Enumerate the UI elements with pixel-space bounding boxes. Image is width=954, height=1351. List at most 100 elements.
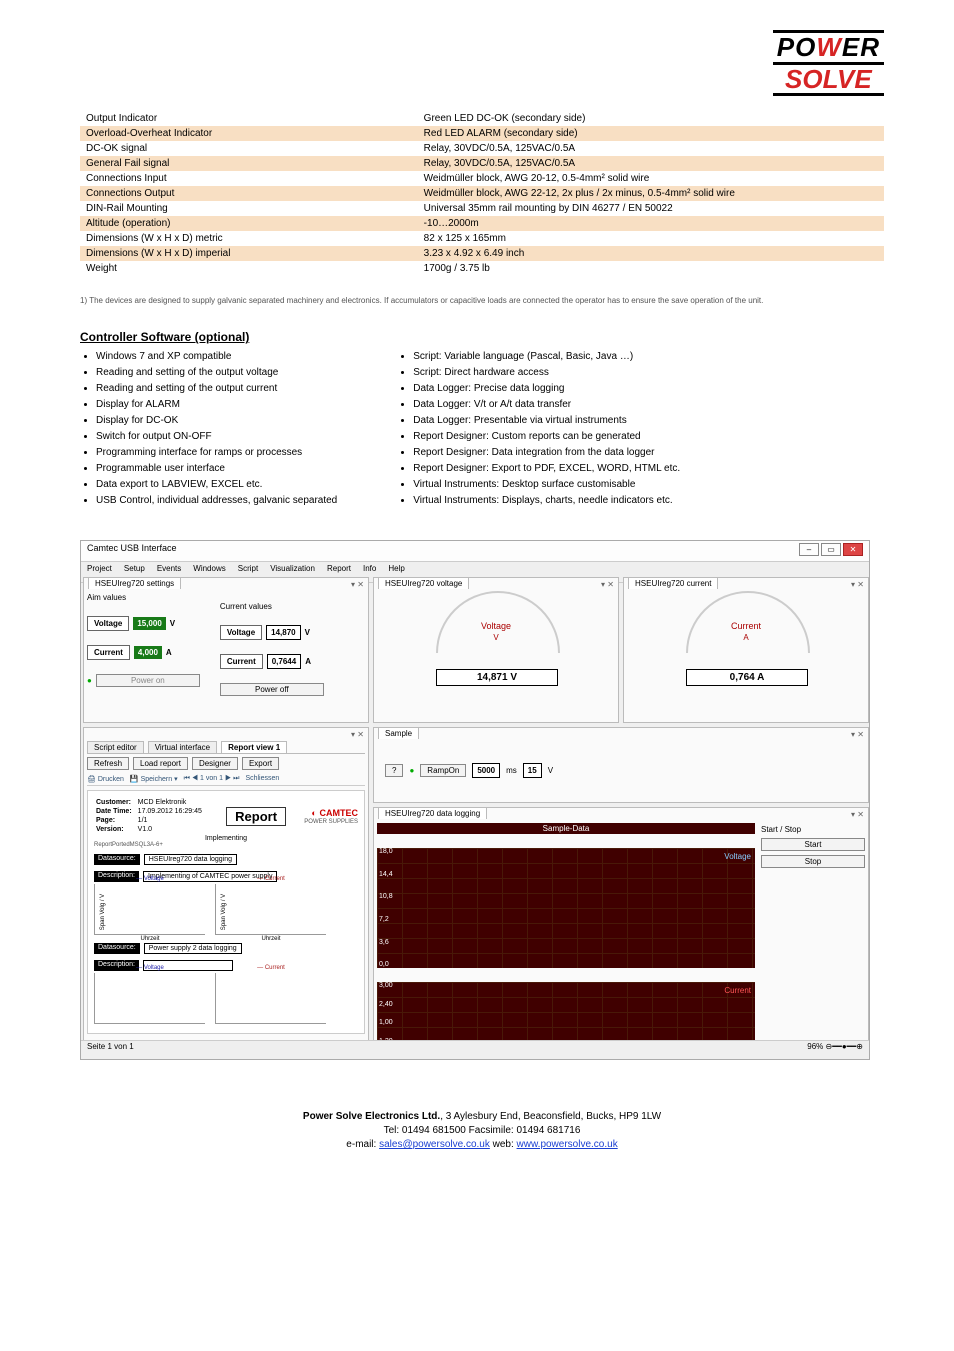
start-button[interactable]: Start (761, 838, 865, 851)
report-preview: Customer:MCD ElektronikDate Time:17.09.2… (87, 790, 365, 1034)
settings-tab[interactable]: HSEUIreg720 settings (88, 577, 181, 589)
load-report-button[interactable]: Load report (133, 757, 188, 770)
feature-item: Switch for output ON-OFF (96, 430, 337, 444)
status-zoom[interactable]: 96% ⊖━━●━━⊕ (807, 1042, 863, 1058)
feature-item: Data Logger: Precise data logging (413, 382, 680, 396)
feature-list-left: Windows 7 and XP compatible Reading and s… (80, 350, 337, 510)
tab-virtual-interface[interactable]: Virtual interface (148, 741, 217, 753)
report-panel: Script editor Virtual interface Report v… (83, 727, 369, 1041)
current-values-label: Current values (220, 602, 324, 611)
logger-voltage-chart: Voltage 18,014,410,87,23,60,0 (377, 848, 755, 968)
footer-web-link[interactable]: www.powersolve.co.uk (517, 1139, 618, 1150)
current-gauge-readout: 0,764 A (686, 669, 808, 686)
power-on-button[interactable]: Power on (96, 674, 200, 687)
save-icon[interactable]: 💾 Speichern ▾ (130, 775, 178, 783)
logo-solve: SOLVE (773, 65, 884, 97)
logo-po: PO (777, 32, 817, 62)
feature-item: Data export to LABVIEW, EXCEL etc. (96, 478, 337, 492)
current-read-label: Current (220, 654, 263, 669)
tab-report-view[interactable]: Report view 1 (221, 741, 287, 753)
logger-tab[interactable]: HSEUIreg720 data logging (378, 807, 487, 819)
close-report-button[interactable]: Schliessen (245, 775, 279, 783)
feature-item: Windows 7 and XP compatible (96, 350, 337, 364)
spec-row: DIN-Rail MountingUniversal 35mm rail mou… (80, 201, 884, 216)
close-icon[interactable]: ✕ (843, 543, 863, 556)
spec-table: Output IndicatorGreen LED DC-OK (seconda… (80, 111, 884, 276)
logger-title: Sample-Data (377, 823, 755, 834)
page-nav[interactable]: ⏮ ◀ 1 von 1 ▶ ⏭ (184, 775, 240, 783)
spec-row: Connections InputWeidmüller block, AWG 2… (80, 171, 884, 186)
voltage-setpoint[interactable]: 15,000 (133, 617, 165, 630)
voltage-gauge: Voltage V 14,871 V (436, 591, 556, 676)
spec-row: Altitude (operation)-10…2000m (80, 216, 884, 231)
panel-close-icon[interactable]: ▾ ✕ (851, 730, 864, 739)
spec-row: Weight1700g / 3.75 lb (80, 261, 884, 276)
panel-close-icon[interactable]: ▾ ✕ (851, 580, 864, 589)
feature-item: Display for DC-OK (96, 414, 337, 428)
voltage-label: Voltage (87, 616, 129, 631)
footer-fax: 01494 681716 (516, 1125, 580, 1136)
report-tabs: Script editor Virtual interface Report v… (87, 741, 365, 754)
voltage-gauge-panel: HSEUIreg720 voltage ▾ ✕ Voltage V 14,871… (373, 577, 619, 723)
panel-close-icon[interactable]: ▾ ✕ (601, 580, 614, 589)
report-current-chart: — Current Span Volg / V Uhrzeit (215, 884, 326, 935)
footer-email-link[interactable]: sales@powersolve.co.uk (379, 1139, 490, 1150)
panel-close-icon[interactable]: ▾ ✕ (351, 730, 364, 739)
ramp-v-input[interactable]: 15 (523, 763, 542, 778)
current-gauge-panel: HSEUIreg720 current ▾ ✕ Current A 0,764 … (623, 577, 869, 723)
footer-company: Power Solve Electronics Ltd. (303, 1111, 440, 1122)
spec-footnote: 1) The devices are designed to supply ga… (80, 296, 884, 305)
panel-close-icon[interactable]: ▾ ✕ (851, 810, 864, 819)
app-screenshot: Camtec USB Interface – ▭ ✕ ProjectSetupE… (80, 540, 870, 1060)
voltage-readout: 14,870 (266, 625, 300, 640)
current-gauge-tab[interactable]: HSEUIreg720 current (628, 577, 718, 589)
feature-item: Script: Variable language (Pascal, Basic… (413, 350, 680, 364)
feature-item: Report Designer: Data integration from t… (413, 446, 680, 460)
voltage-gauge-readout: 14,871 V (436, 669, 558, 686)
ramp-led-icon: ● (409, 766, 414, 775)
start-stop-label: Start / Stop (761, 825, 865, 834)
feature-item: Report Designer: Export to PDF, EXCEL, W… (413, 462, 680, 476)
sample-tab[interactable]: Sample (378, 727, 419, 739)
stop-button[interactable]: Stop (761, 855, 865, 868)
sample-panel: Sample ▾ ✕ ? ● RampOn 5000 ms 15 V (373, 727, 869, 803)
print-icon[interactable]: 🖨 Drucken (87, 775, 124, 783)
tab-script-editor[interactable]: Script editor (87, 741, 144, 753)
feature-item: Programmable user interface (96, 462, 337, 476)
power-led-icon: ● (87, 676, 92, 685)
footer-tel: 01494 681500 (402, 1125, 466, 1136)
export-button[interactable]: Export (242, 757, 279, 770)
maximize-icon[interactable]: ▭ (821, 543, 841, 556)
feature-item: Virtual Instruments: Desktop surface cus… (413, 478, 680, 492)
report-voltage-chart-2: — Voltage (94, 973, 205, 1024)
feature-list-right: Script: Variable language (Pascal, Basic… (397, 350, 680, 510)
spec-row: Dimensions (W x H x D) metric82 x 125 x … (80, 231, 884, 246)
ramp-ms-input[interactable]: 5000 (472, 763, 500, 778)
report-current-chart-2: — Current (215, 973, 326, 1024)
logger-panel: HSEUIreg720 data logging ▾ ✕ Sample-Data… (373, 807, 869, 1041)
panel-close-icon[interactable]: ▾ ✕ (351, 580, 364, 589)
power-off-button[interactable]: Power off (220, 683, 324, 696)
brand-logo: POWER SOLVE (80, 30, 884, 96)
voltage-gauge-tab[interactable]: HSEUIreg720 voltage (378, 577, 469, 589)
refresh-button[interactable]: Refresh (87, 757, 129, 770)
spec-row: Output IndicatorGreen LED DC-OK (seconda… (80, 111, 884, 126)
status-page: Seite 1 von 1 (87, 1042, 134, 1058)
logo-w: W (816, 32, 842, 62)
feature-item: Display for ALARM (96, 398, 337, 412)
ramp-on-button[interactable]: RampOn (420, 764, 466, 777)
spec-row: General Fail signalRelay, 30VDC/0.5A, 12… (80, 156, 884, 171)
current-setpoint[interactable]: 4,000 (134, 646, 162, 659)
feature-item: Report Designer: Custom reports can be g… (413, 430, 680, 444)
spec-row: DC-OK signalRelay, 30VDC/0.5A, 125VAC/0.… (80, 141, 884, 156)
current-label: Current (87, 645, 130, 660)
settings-panel: HSEUIreg720 settings ▾ ✕ Aim values Volt… (83, 577, 369, 723)
voltage-unit: V (170, 619, 175, 628)
minimize-icon[interactable]: – (799, 543, 819, 556)
help-button[interactable]: ? (385, 764, 403, 777)
designer-button[interactable]: Designer (192, 757, 238, 770)
feature-columns: Windows 7 and XP compatible Reading and s… (80, 350, 884, 510)
feature-item: USB Control, individual addresses, galva… (96, 494, 337, 508)
feature-item: Reading and setting of the output voltag… (96, 366, 337, 380)
feature-item: Virtual Instruments: Displays, charts, n… (413, 494, 680, 508)
